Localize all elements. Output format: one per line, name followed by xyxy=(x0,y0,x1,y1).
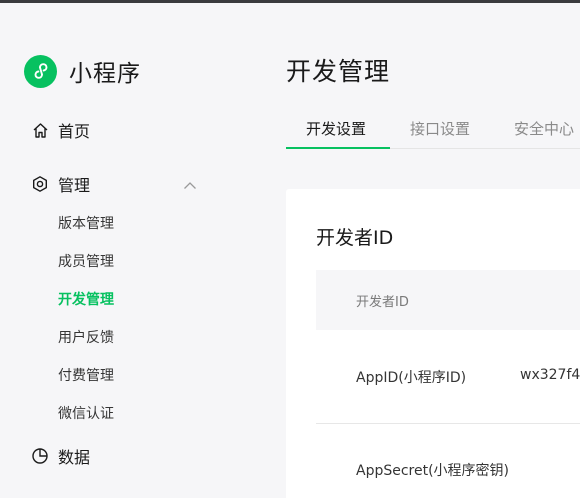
sidebar-item-manage[interactable]: 管理 xyxy=(31,172,90,196)
sidebar-item-home[interactable]: 首页 xyxy=(31,118,90,142)
appid-label: AppID(小程序ID) xyxy=(356,370,467,386)
sidebar-subitem-wechat-verify[interactable]: 微信认证 xyxy=(58,404,114,424)
sidebar-subitem-members[interactable]: 成员管理 xyxy=(58,252,114,272)
developer-id-card: 开发者ID 开发者ID AppID(小程序ID) wx327f4c AppSec… xyxy=(286,189,580,498)
hexagon-settings-icon xyxy=(31,175,49,193)
tab-dev-settings[interactable]: 开发设置 xyxy=(306,118,366,139)
tab-bar: 开发设置 接口设置 安全中心 xyxy=(286,108,580,149)
row-divider xyxy=(316,423,580,424)
chevron-up-icon[interactable] xyxy=(181,177,199,195)
app-name: 小程序 xyxy=(69,61,141,87)
sidebar-item-data[interactable]: 数据 xyxy=(31,444,90,468)
active-tab-indicator xyxy=(286,147,390,149)
sidebar-subitem-feedback[interactable]: 用户反馈 xyxy=(58,328,114,348)
sidebar-item-label: 管理 xyxy=(58,176,91,195)
sidebar-subitem-version[interactable]: 版本管理 xyxy=(58,214,114,234)
sidebar-subitem-development[interactable]: 开发管理 xyxy=(58,290,114,310)
page-title: 开发管理 xyxy=(286,57,391,86)
brand[interactable]: 小程序 xyxy=(24,53,141,89)
sidebar-subitem-payment[interactable]: 付费管理 xyxy=(58,366,114,386)
tab-api-settings[interactable]: 接口设置 xyxy=(410,118,470,139)
mini-program-logo-icon xyxy=(24,54,57,88)
tab-security-center[interactable]: 安全中心 xyxy=(514,118,574,139)
section-title: 开发者ID xyxy=(316,227,394,249)
pie-chart-icon xyxy=(31,447,49,465)
table-header-label: 开发者ID xyxy=(356,295,409,310)
appsecret-label: AppSecret(小程序密钥) xyxy=(356,463,510,479)
sidebar: 小程序 首页 管理 版本管理 成员管理 开发管理 用户反馈 付费管理 微信认证 xyxy=(0,3,250,498)
sidebar-item-label: 数据 xyxy=(58,448,91,467)
sidebar-item-label: 首页 xyxy=(58,122,91,141)
appid-value[interactable]: wx327f4c xyxy=(520,367,580,383)
home-icon xyxy=(31,121,49,139)
table-header: 开发者ID xyxy=(316,270,580,330)
